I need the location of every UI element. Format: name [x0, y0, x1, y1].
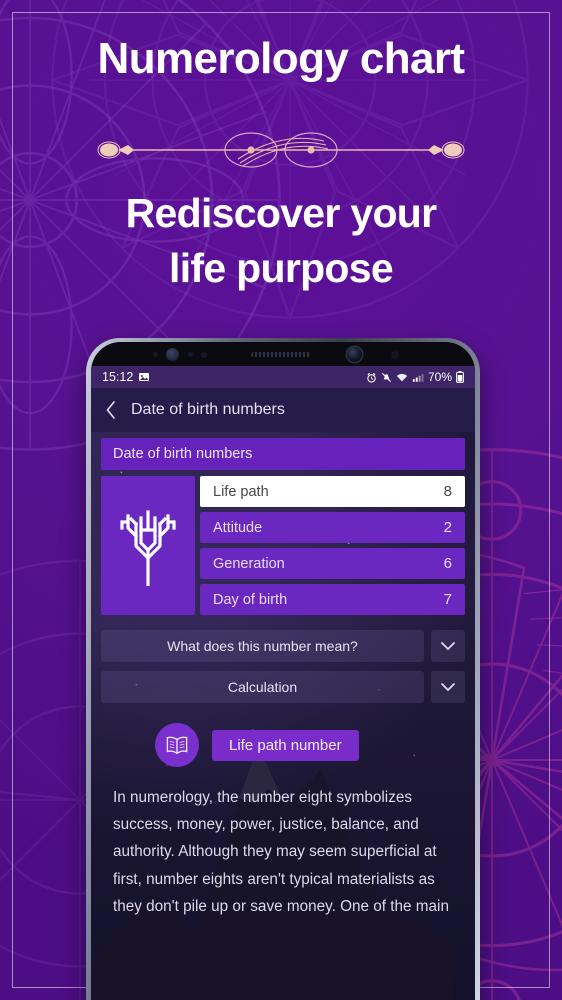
number-value: 2	[443, 519, 452, 536]
proximity-sensor-icon	[153, 352, 158, 357]
phone-mockup: 15:12 70% Date of birth numbers Date of …	[86, 338, 480, 1000]
page-title: Numerology chart	[97, 34, 466, 83]
sensor-right-icon	[391, 351, 399, 359]
numbers-grid: Life path 8 Attitude 2 Generation 6 Day …	[101, 476, 465, 615]
chevron-down-icon	[441, 683, 455, 692]
number-value: 7	[443, 591, 452, 608]
content-sheet: Date of birth numbers Life path 8 Attitu…	[91, 432, 475, 920]
number-row-generation[interactable]: Generation 6	[200, 548, 465, 579]
number-row-day-of-birth[interactable]: Day of birth 7	[200, 584, 465, 615]
number-row-attitude[interactable]: Attitude 2	[200, 512, 465, 543]
chevron-down-icon	[441, 642, 455, 651]
life-path-badge-row: Life path number	[101, 723, 465, 767]
numbers-list: Life path 8 Attitude 2 Generation 6 Day …	[200, 476, 465, 615]
number-value: 8	[443, 483, 452, 500]
screen-content: Date of birth numbers Life path 8 Attitu…	[91, 432, 475, 1000]
mute-bell-icon	[381, 372, 392, 382]
front-camera-icon	[347, 347, 362, 362]
number-value: 6	[443, 555, 452, 572]
description-text: In numerology, the number eight symboliz…	[113, 789, 449, 915]
tree-icon-panel	[101, 476, 195, 615]
app-bar: Date of birth numbers	[91, 388, 475, 432]
status-time: 15:12	[102, 370, 134, 384]
cellular-signal-icon	[412, 373, 424, 382]
section-title: Date of birth numbers	[101, 438, 465, 470]
sensor-dot2-icon	[201, 352, 207, 358]
tree-of-life-icon	[120, 509, 176, 586]
promo-subtitle: Rediscover your life purpose	[0, 186, 562, 295]
battery-icon	[456, 371, 464, 383]
accordion-toggle-button[interactable]	[431, 671, 465, 703]
phone-top-bezel	[91, 342, 475, 366]
accordion-label: What does this number mean?	[101, 630, 424, 662]
promo-subtitle-line2: life purpose	[169, 244, 394, 291]
battery-percent: 70%	[427, 370, 452, 384]
number-label: Attitude	[213, 519, 263, 536]
life-path-badge: Life path number	[212, 729, 359, 761]
chevron-left-icon[interactable]	[105, 400, 117, 420]
alarm-clock-icon	[367, 372, 376, 383]
book-icon-button[interactable]	[155, 723, 199, 767]
promo-subtitle-line1: Rediscover your	[125, 190, 437, 236]
accordion-toggle-button[interactable]	[431, 630, 465, 662]
infinity-ornament-divider-icon	[97, 132, 465, 168]
number-label: Day of birth	[213, 591, 288, 608]
phone-body: 15:12 70% Date of birth numbers Date of …	[91, 342, 475, 1000]
wifi-icon	[396, 373, 408, 381]
sensor-dot-icon	[188, 352, 193, 357]
photo-icon	[139, 373, 150, 381]
status-bar: 15:12 70%	[91, 366, 475, 388]
open-book-icon	[166, 736, 188, 755]
number-row-life-path[interactable]: Life path 8	[200, 476, 465, 507]
accordion-list: What does this number mean? Calculation	[101, 630, 465, 703]
app-bar-title: Date of birth numbers	[131, 401, 285, 418]
accordion-label: Calculation	[101, 671, 424, 703]
earpiece-speaker-icon	[251, 352, 311, 357]
phone-screen: 15:12 70% Date of birth numbers Date of …	[91, 366, 475, 1000]
sensor-large-icon	[166, 348, 179, 361]
number-label: Life path	[213, 483, 269, 500]
accordion-calculation[interactable]: Calculation	[101, 671, 465, 703]
accordion-meaning[interactable]: What does this number mean?	[101, 630, 465, 662]
number-label: Generation	[213, 555, 285, 572]
